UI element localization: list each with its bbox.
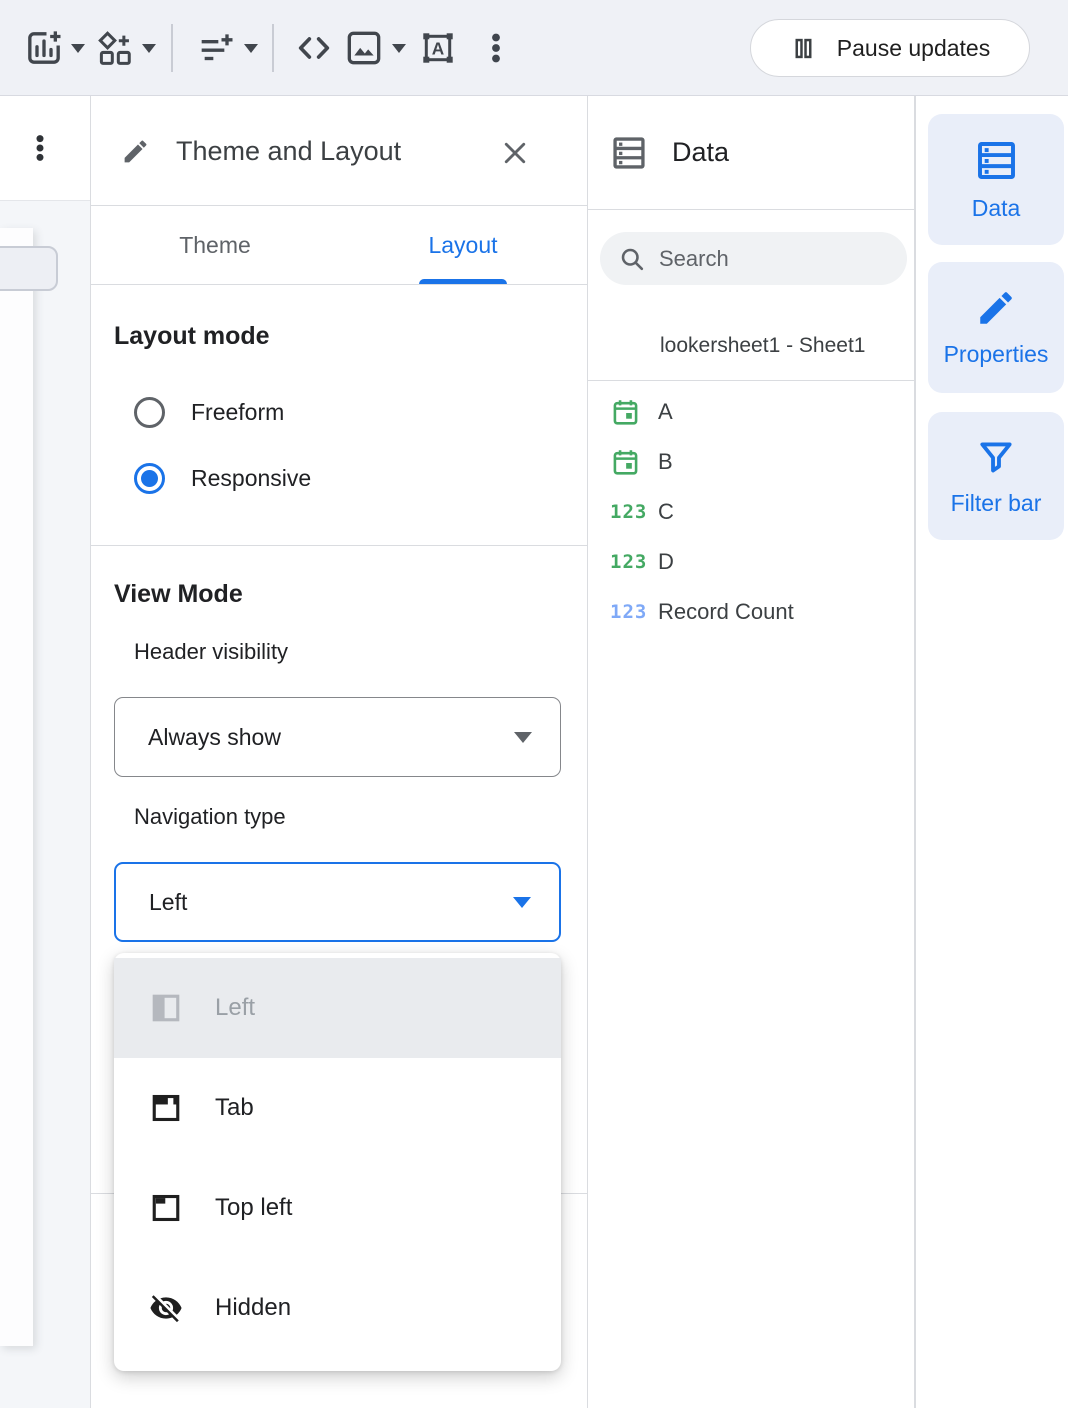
navigation-type-select[interactable]: Left bbox=[114, 862, 561, 942]
svg-text:A: A bbox=[432, 38, 444, 58]
data-source-divider bbox=[588, 380, 914, 381]
report-page bbox=[0, 228, 33, 1346]
report-canvas bbox=[0, 201, 90, 1408]
radio-option-freeform[interactable]: Freeform bbox=[134, 397, 284, 428]
add-filter-icon bbox=[196, 28, 236, 68]
pencil-icon bbox=[975, 287, 1017, 329]
dropdown-option-tab[interactable]: Tab bbox=[114, 1058, 561, 1158]
tab-theme[interactable]: Theme bbox=[91, 206, 339, 284]
search-icon bbox=[618, 245, 646, 273]
calendar-icon bbox=[610, 397, 652, 428]
dropdown-caret-icon bbox=[513, 897, 531, 908]
dropdown-caret-icon bbox=[514, 732, 532, 743]
pause-updates-label: Pause updates bbox=[837, 35, 990, 62]
123-icon: 123 bbox=[610, 601, 652, 623]
theme-panel-header: Theme and Layout bbox=[91, 96, 587, 206]
active-tab-indicator bbox=[419, 279, 507, 284]
add-filter-button[interactable] bbox=[196, 0, 258, 96]
pause-icon bbox=[790, 35, 817, 62]
add-control-icon bbox=[96, 29, 134, 67]
chevron-down-icon bbox=[244, 44, 258, 53]
theme-and-layout-panel: Theme and Layout Theme Layout Layout mod… bbox=[90, 96, 588, 1408]
layout-mode-heading: Layout mode bbox=[114, 322, 270, 351]
chevron-down-icon bbox=[71, 44, 85, 53]
data-panel-header: Data bbox=[588, 96, 914, 210]
field-row-record-count[interactable]: 123 Record Count bbox=[588, 587, 914, 637]
panel-title: Theme and Layout bbox=[176, 96, 401, 206]
data-panel-title: Data bbox=[672, 137, 729, 168]
add-chart-button[interactable] bbox=[24, 0, 85, 96]
close-panel-button[interactable] bbox=[500, 138, 530, 168]
nav-tab-icon bbox=[149, 1091, 183, 1125]
more-options-icon bbox=[478, 30, 514, 66]
add-chart-icon bbox=[24, 28, 64, 68]
field-row-d[interactable]: 123 D bbox=[588, 537, 914, 587]
header-visibility-label: Header visibility bbox=[134, 639, 288, 665]
add-image-button[interactable] bbox=[344, 0, 406, 96]
data-source-name[interactable]: lookersheet1 - Sheet1 bbox=[660, 334, 865, 358]
radio-option-responsive[interactable]: Responsive bbox=[134, 463, 311, 494]
field-row-c[interactable]: 123 C bbox=[588, 487, 914, 537]
search-placeholder: Search bbox=[659, 246, 729, 272]
embed-code-icon bbox=[294, 28, 334, 68]
calendar-icon bbox=[610, 447, 652, 478]
toolbar-divider bbox=[171, 24, 173, 72]
rail-button-data[interactable]: Data bbox=[928, 114, 1064, 245]
toolbar-more-options-button[interactable] bbox=[478, 0, 514, 96]
add-text-button[interactable]: A bbox=[420, 0, 456, 96]
radio-unselected-icon bbox=[134, 397, 165, 428]
chevron-down-icon bbox=[142, 44, 156, 53]
add-image-icon bbox=[344, 28, 384, 68]
theme-layout-tabs: Theme Layout bbox=[91, 206, 587, 285]
page-more-options-button[interactable] bbox=[25, 129, 55, 167]
header-visibility-select[interactable]: Always show bbox=[114, 697, 561, 777]
navigation-type-label: Navigation type bbox=[134, 804, 286, 830]
canvas-control-chip[interactable] bbox=[0, 246, 58, 291]
nav-left-icon bbox=[149, 991, 183, 1025]
right-rail: Data Properties Filter bar bbox=[915, 96, 1068, 1408]
field-row-a[interactable]: A bbox=[588, 387, 914, 437]
chevron-down-icon bbox=[392, 44, 406, 53]
rail-button-filter-bar[interactable]: Filter bar bbox=[928, 412, 1064, 540]
add-text-icon: A bbox=[420, 30, 456, 66]
filter-funnel-icon bbox=[975, 436, 1017, 478]
dropdown-option-hidden[interactable]: Hidden bbox=[114, 1258, 561, 1358]
123-icon: 123 bbox=[610, 551, 652, 573]
embed-code-button[interactable] bbox=[294, 0, 334, 96]
data-panel: Data Search lookersheet1 - Sheet1 A bbox=[588, 96, 915, 1408]
kebab-menu-icon bbox=[25, 129, 55, 167]
rail-button-properties[interactable]: Properties bbox=[928, 262, 1064, 393]
toolbar-divider bbox=[272, 24, 274, 72]
nav-top-left-icon bbox=[149, 1191, 183, 1225]
pause-updates-button[interactable]: Pause updates bbox=[750, 19, 1030, 77]
visibility-off-icon bbox=[149, 1291, 183, 1325]
data-table-icon bbox=[610, 134, 648, 172]
123-icon: 123 bbox=[610, 501, 652, 523]
section-divider bbox=[91, 545, 587, 546]
radio-selected-icon bbox=[134, 463, 165, 494]
view-mode-heading: View Mode bbox=[114, 580, 243, 609]
field-search-input[interactable]: Search bbox=[600, 232, 907, 285]
close-icon bbox=[500, 138, 530, 168]
pencil-icon bbox=[121, 137, 150, 166]
dropdown-option-left[interactable]: Left bbox=[114, 958, 561, 1058]
data-table-icon bbox=[974, 138, 1019, 183]
top-toolbar: A Pause updates bbox=[0, 0, 1068, 96]
field-row-b[interactable]: B bbox=[588, 437, 914, 487]
navigation-type-dropdown-menu: Left Tab To bbox=[114, 953, 561, 1371]
page-options-strip bbox=[0, 96, 90, 201]
dropdown-option-top-left[interactable]: Top left bbox=[114, 1158, 561, 1258]
tab-layout[interactable]: Layout bbox=[339, 206, 587, 284]
add-control-button[interactable] bbox=[96, 0, 156, 96]
looker-studio-screen: A Pause updates bbox=[0, 0, 1068, 1408]
